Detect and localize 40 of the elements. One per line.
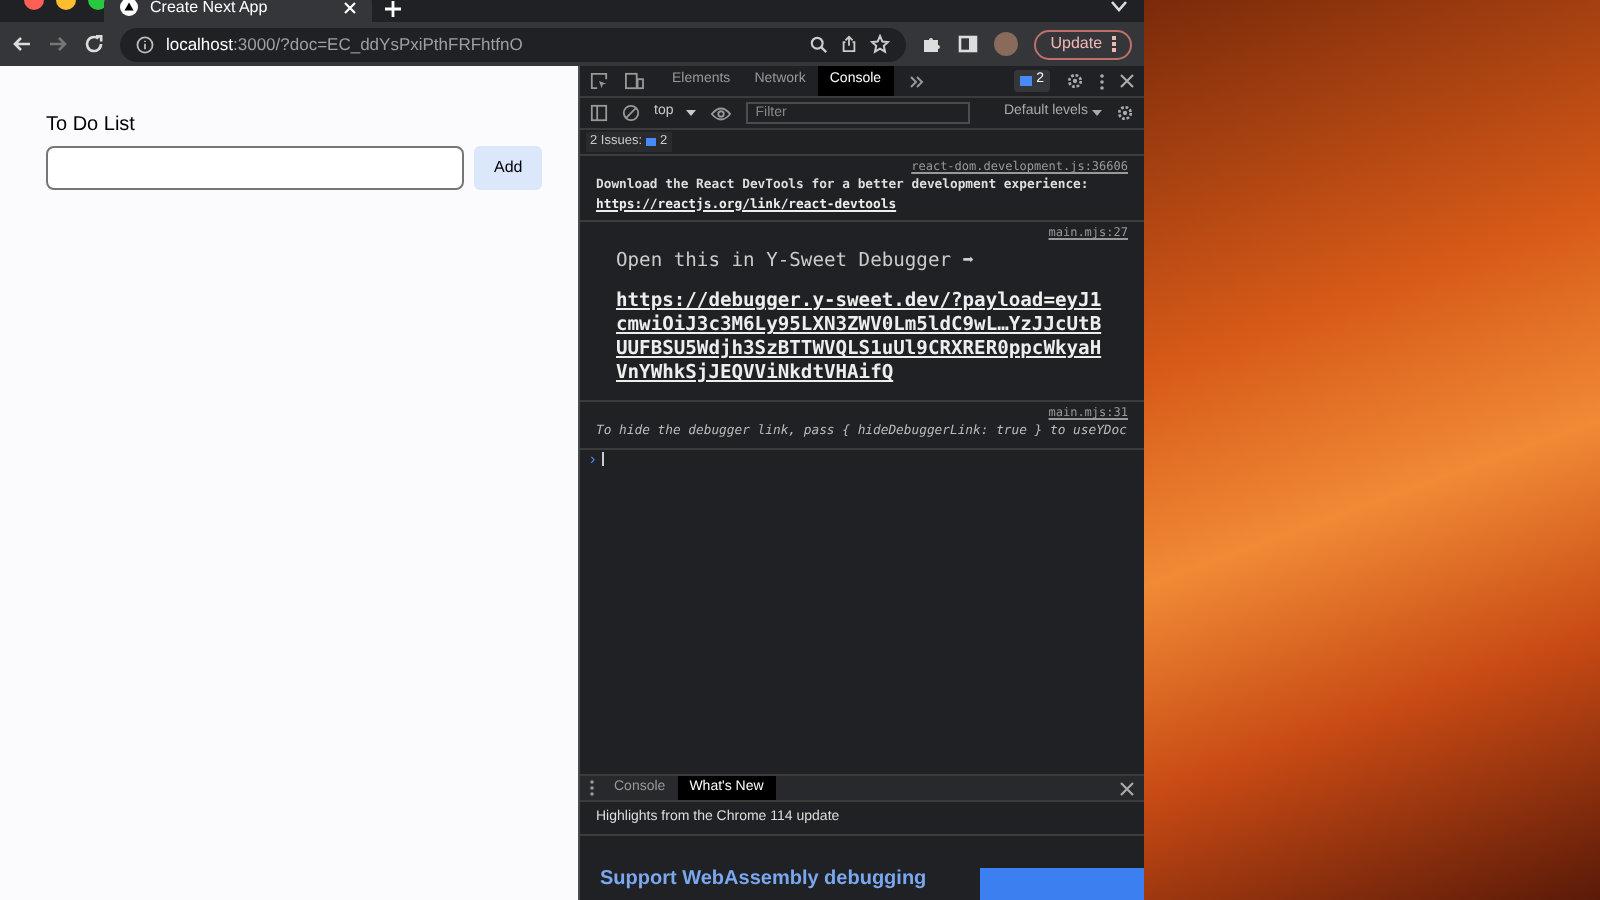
- settings-icon[interactable]: [1066, 72, 1084, 90]
- url-link[interactable]: https://debugger.y-sweet.dev/?payload=eyJ1cmwiOiJ3c3M6Ly95LXN3ZWV0Lm5ldC9wL…YzJJcUtBUUFBSU5Wdjh3SzBTTWVQLS1uUl9CRXRER0ppcWkyaHVnYWhkSjJEQVViNkdtVHAifQ: [596, 282, 1128, 395]
- browser-tab[interactable]: Create Next App: [104, 0, 372, 22]
- eye-icon[interactable]: [709, 105, 732, 121]
- feature-heading[interactable]: Support WebAssembly debugging: [580, 864, 980, 900]
- text-cursor: [601, 452, 604, 467]
- close-drawer-icon[interactable]: [1120, 781, 1134, 795]
- new-tab-icon[interactable]: [384, 0, 402, 18]
- forward-arrow-icon[interactable]: [47, 34, 68, 54]
- dropdown-caret-icon: [685, 110, 696, 116]
- sidebar-toggle-icon[interactable]: [590, 104, 608, 122]
- settings-icon[interactable]: [1116, 104, 1134, 122]
- dropdown-caret-icon: [1092, 110, 1102, 116]
- more-tabs-icon[interactable]: [909, 75, 924, 87]
- tab-title: Create Next App: [150, 0, 270, 19]
- search-icon[interactable]: [810, 35, 829, 53]
- close-tab-icon[interactable]: [344, 1, 356, 13]
- address-bar[interactable]: localhost:3000/?doc=EC_ddYsPxiPthFRFhtfnO: [119, 27, 907, 61]
- close-icon[interactable]: [1120, 74, 1134, 88]
- side-panel-icon[interactable]: [958, 34, 979, 54]
- triangle-logo-icon: [120, 0, 138, 16]
- clear-console-icon[interactable]: [622, 104, 640, 122]
- chevron-down-icon[interactable]: [1110, 0, 1128, 12]
- reload-icon[interactable]: [83, 34, 104, 54]
- console-message: Open this in Y-Sweet Debugger ➡: [614, 248, 977, 277]
- prompt-chevron: ›: [590, 451, 596, 468]
- update-button[interactable]: Update: [1034, 29, 1133, 59]
- share-icon[interactable]: [840, 34, 859, 54]
- star-icon[interactable]: [870, 34, 891, 54]
- puzzle-piece-icon[interactable]: [922, 34, 943, 54]
- more-icon: [1112, 36, 1117, 52]
- url-text: localhost:3000/?doc=EC_ddYsPxiPthFRFhtfnO: [165, 31, 525, 57]
- profile-avatar[interactable]: [994, 32, 1019, 56]
- add-button[interactable]: Add: [474, 146, 543, 190]
- list-heading: To Do List: [46, 112, 137, 140]
- todo-input[interactable]: [46, 146, 464, 190]
- back-arrow-icon[interactable]: [12, 34, 32, 54]
- inspect-element-icon[interactable]: [590, 72, 608, 90]
- info-icon[interactable]: [135, 35, 154, 53]
- device-toolbar-icon[interactable]: [624, 72, 644, 90]
